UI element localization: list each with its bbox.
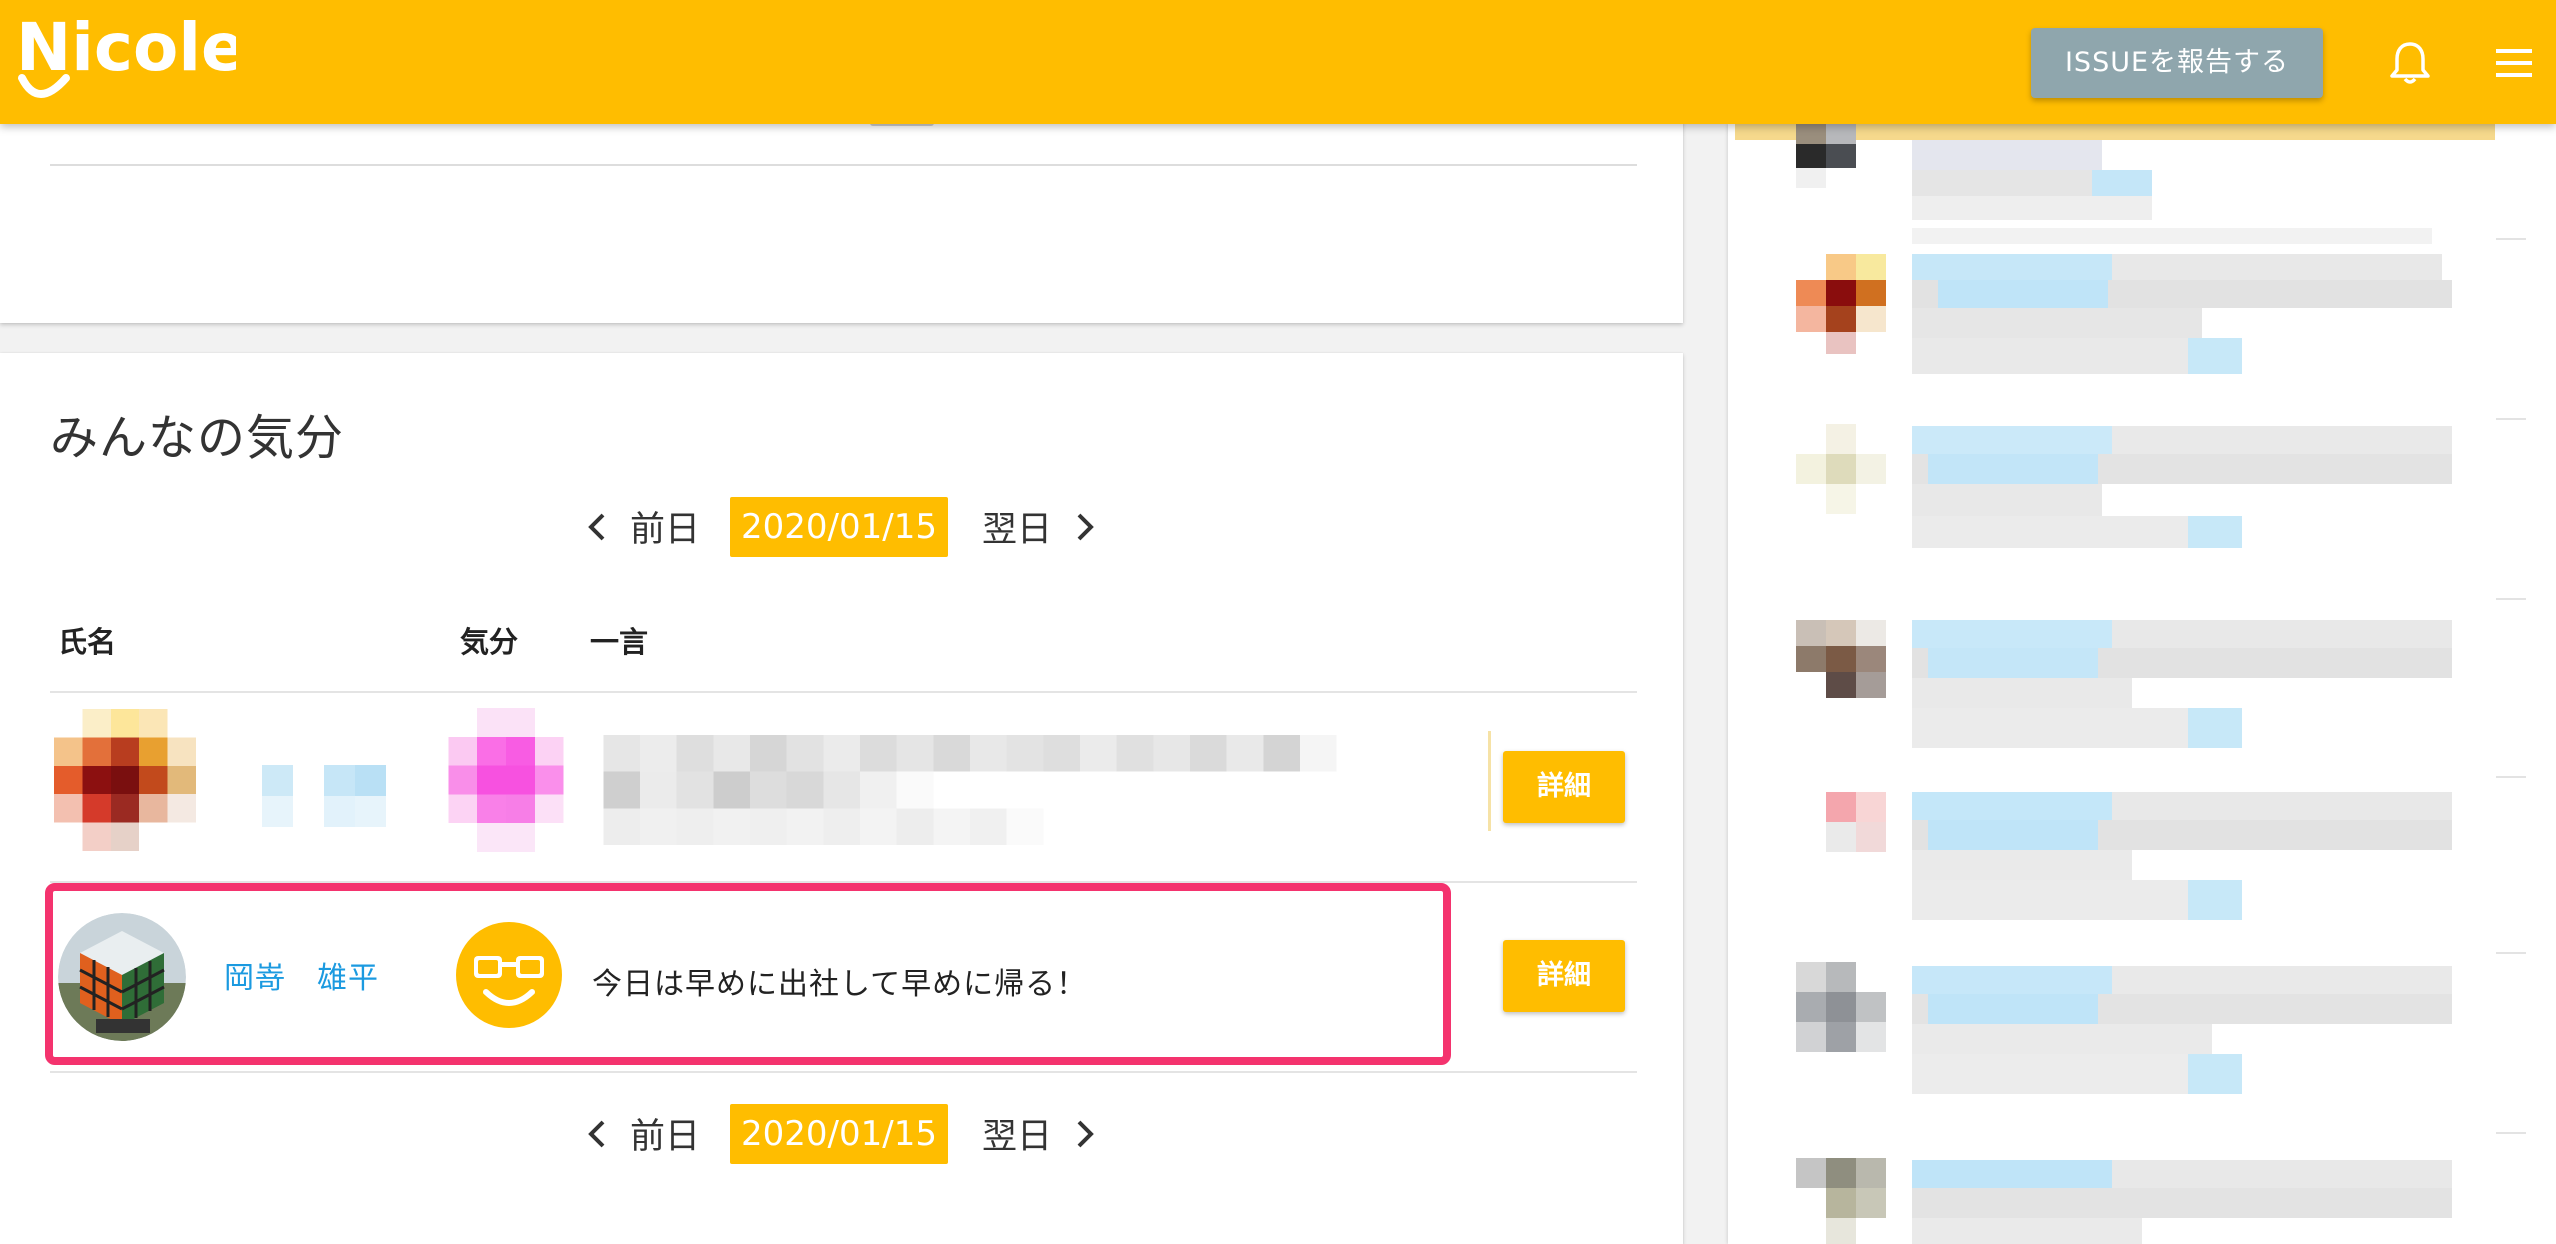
notification-bell-icon[interactable] [2388,40,2432,86]
blurred-name [262,765,386,827]
chevron-left-icon[interactable] [585,1116,609,1152]
activity-sidebar [1728,124,2556,1244]
column-mood: 気分 [460,625,519,659]
detail-button[interactable]: 詳細 [1503,940,1625,1012]
feed-item-4 [1796,620,2452,748]
row-highlight-frame [45,883,1451,1065]
feed-item-6 [1796,962,2452,1094]
table-header-divider [50,691,1637,693]
next-day-link[interactable]: 翌日 [982,1108,1052,1159]
blurred-edge [1488,731,1491,831]
chevron-left-icon[interactable] [585,509,609,545]
blurred-avatar [54,709,196,851]
chevron-right-icon[interactable] [1073,1116,1097,1152]
hamburger-menu-icon[interactable] [2494,46,2534,80]
app-header: Nicole ISSUEを報告する [0,0,2556,124]
next-day-link[interactable]: 翌日 [982,501,1052,552]
column-comment: 一言 [590,625,649,659]
blurred-mood-icon [448,708,564,852]
report-issue-button[interactable]: ISSUEを報告する [2031,28,2323,98]
feed-item-3 [1796,424,2452,548]
nicole-logo[interactable]: Nicole [16,6,236,106]
feed-item-5 [1826,792,2452,920]
mood-card: みんなの気分 前日 2020/01/15 翌日 氏名 気分 一言 詳細 岡嵜 雄… [0,353,1683,1244]
detail-button[interactable]: 詳細 [1503,751,1625,823]
row-divider [50,1071,1637,1073]
svg-text:Nicole: Nicole [16,9,236,86]
feed-item-1 [1796,124,2432,244]
prev-day-link[interactable]: 前日 [630,501,700,552]
date-navigation-bottom: 前日 2020/01/15 翌日 [585,1104,1105,1164]
column-name: 氏名 [58,625,117,659]
divider [50,164,1637,166]
date-navigation-top: 前日 2020/01/15 翌日 [585,497,1105,557]
feed-dividers [2496,238,2526,1134]
blurred-feed [1796,124,2526,1244]
chevron-right-icon[interactable] [1073,509,1097,545]
feed-item-7 [1796,1158,2452,1244]
blurred-comment [603,735,1337,845]
current-date: 2020/01/15 [730,1104,948,1164]
feed-item-2 [1796,254,2452,374]
page-title: みんなの気分 [50,410,345,466]
current-date: 2020/01/15 [730,497,948,557]
prev-day-link[interactable]: 前日 [630,1108,700,1159]
